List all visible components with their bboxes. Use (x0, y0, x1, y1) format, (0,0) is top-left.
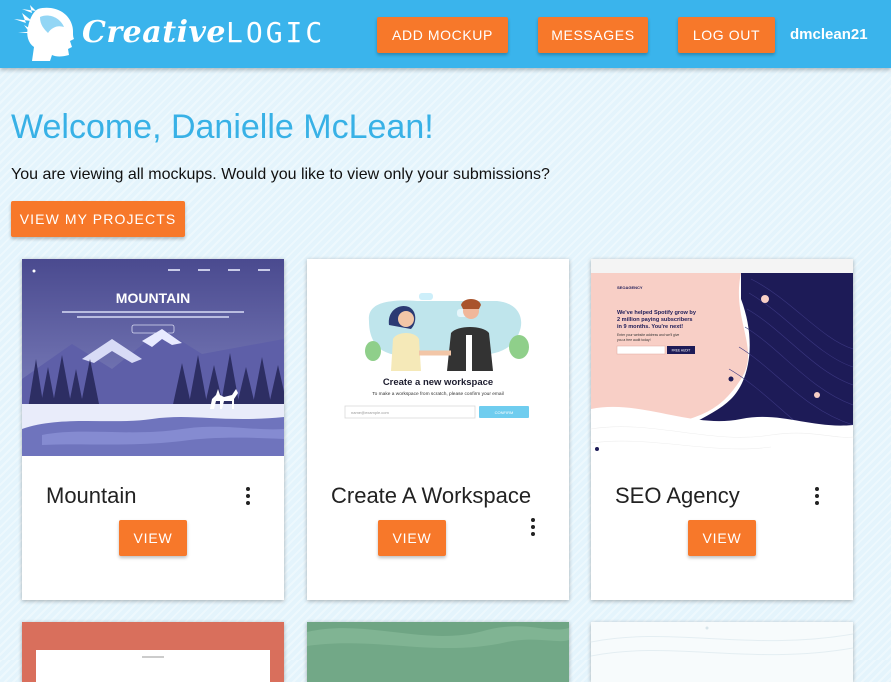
view-mockup-button[interactable]: VIEW (378, 520, 446, 556)
mockup-title: Create A Workspace (331, 483, 532, 508)
thumbnail-button: FREE AUDIT (672, 349, 691, 353)
logo[interactable]: Creative LOGIC (12, 2, 325, 62)
head-profile-with-birds-icon (14, 5, 74, 61)
mockup-card-partial[interactable] (22, 622, 284, 682)
thumbnail-headline: Create a new workspace (383, 377, 493, 388)
thumbnail-subline-1: Enter your website address and we'll giv… (617, 333, 679, 337)
log-out-button[interactable]: LOG OUT (678, 17, 775, 53)
thumbnail-headline: MOUNTAIN (116, 290, 190, 306)
mockup-thumbnail-seo-agency[interactable]: SEOAGENCY We've helped Spotify grow by 2… (591, 259, 853, 456)
thumbnail-frame (36, 650, 270, 682)
logo-word-logic: LOGIC (225, 15, 326, 49)
view-mode-message: You are viewing all mockups. Would you l… (11, 166, 550, 183)
mockup-card-partial[interactable] (591, 622, 853, 682)
view-mockup-button[interactable]: VIEW (119, 520, 187, 556)
thumbnail-subline: To make a workspace from scratch, please… (372, 391, 503, 397)
page-title: Welcome, Danielle McLean! (11, 108, 434, 146)
mockup-title: SEO Agency (615, 483, 740, 508)
thumbnail-waves (307, 626, 569, 682)
thumbnail-headline-1: We've helped Spotify grow by (617, 310, 697, 316)
mockup-card: MOUNTAIN Mountain VIEW (22, 259, 284, 600)
thumbnail-button: CONFIRM (495, 410, 514, 415)
mockup-card-partial[interactable] (307, 622, 569, 682)
logo-word-creative: Creative (82, 14, 226, 50)
logo-wordmark: Creative LOGIC (82, 15, 325, 50)
username-label[interactable]: dmclean21 (790, 26, 868, 43)
more-vertical-icon[interactable] (238, 485, 258, 507)
mockup-card: Create a new workspace To make a workspa… (307, 259, 569, 600)
more-vertical-icon[interactable] (523, 516, 543, 538)
mockup-title: Mountain (46, 483, 137, 508)
mockup-card: SEOAGENCY We've helped Spotify grow by 2… (591, 259, 853, 600)
thumbnail-input: name@example.com (351, 410, 390, 415)
add-mockup-button[interactable]: ADD MOCKUP (377, 17, 508, 53)
thumbnail-pattern (591, 626, 853, 657)
thumbnail-headline-3: in 9 months. You're next! (617, 324, 683, 330)
messages-button[interactable]: MESSAGES (538, 17, 648, 53)
view-mockup-button[interactable]: VIEW (688, 520, 756, 556)
view-my-projects-button[interactable]: VIEW MY PROJECTS (11, 201, 185, 237)
more-vertical-icon[interactable] (807, 485, 827, 507)
top-navbar: Creative LOGIC ADD MOCKUP MESSAGES LOG O… (0, 0, 891, 68)
thumbnail-line (142, 656, 164, 658)
thumbnail-subline-2: you a free audit today! (617, 338, 651, 342)
thumbnail-brand: SEOAGENCY (617, 285, 643, 290)
thumbnail-headline-2: 2 million paying subscribers (617, 317, 693, 323)
mockup-thumbnail-mountain[interactable]: MOUNTAIN (22, 259, 284, 456)
mockup-thumbnail-workspace[interactable]: Create a new workspace To make a workspa… (307, 259, 569, 456)
